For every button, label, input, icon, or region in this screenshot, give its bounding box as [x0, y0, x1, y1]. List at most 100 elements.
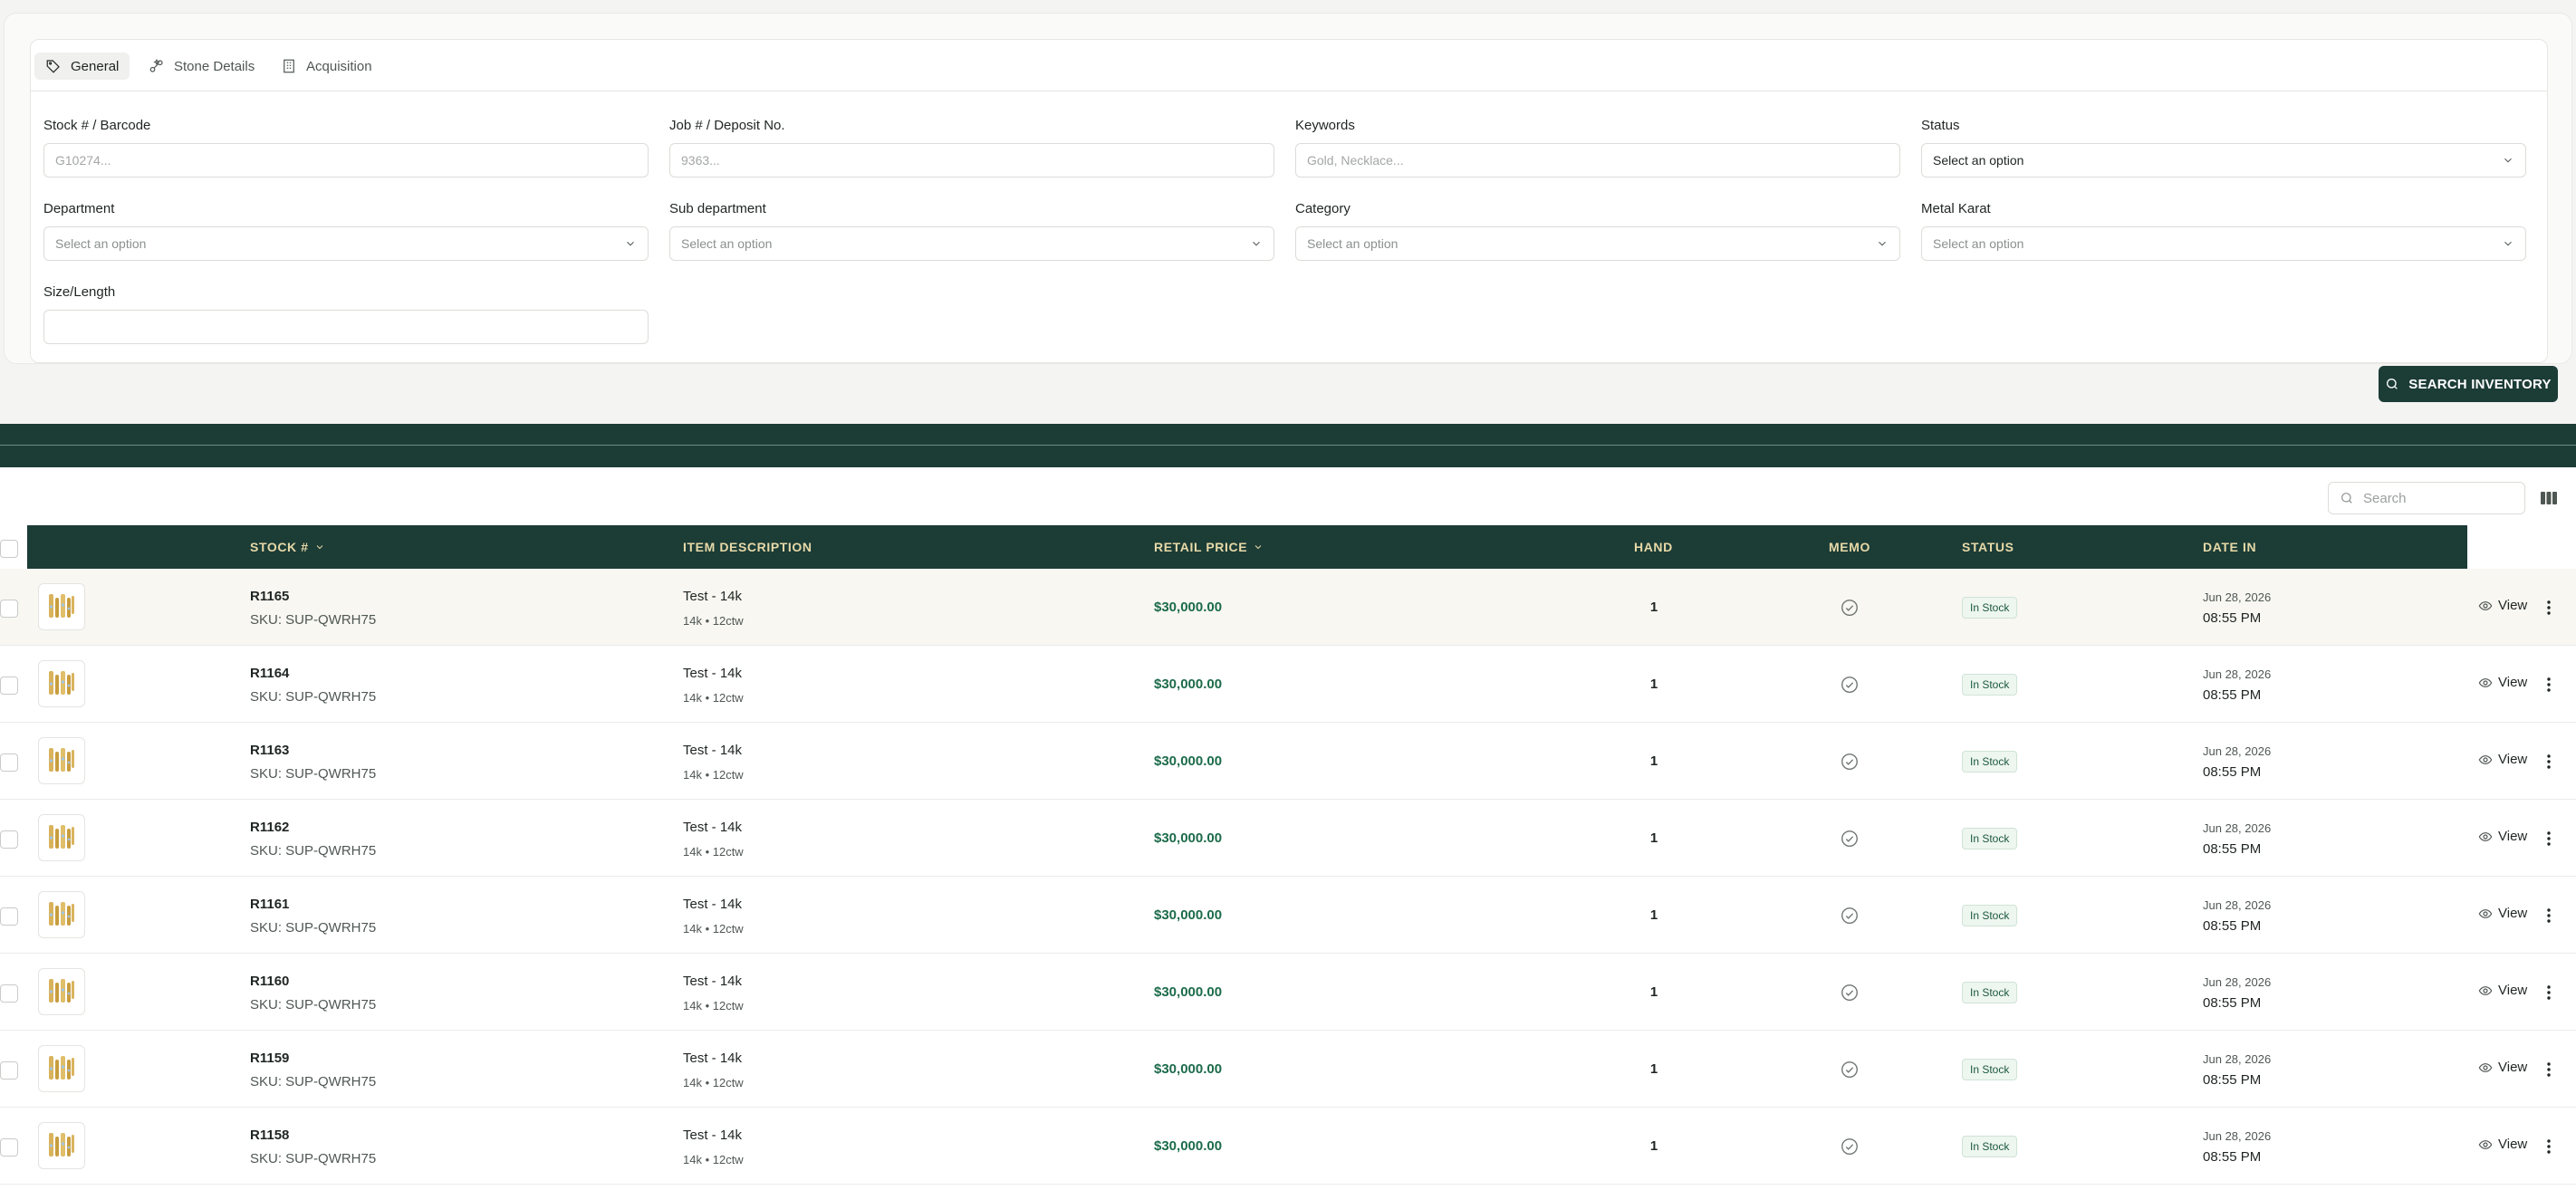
keywords-field[interactable]: [1295, 143, 1900, 178]
item-thumbnail[interactable]: [38, 1122, 85, 1169]
row-actions-button[interactable]: [2542, 907, 2556, 925]
more-vertical-icon: [2547, 600, 2551, 615]
row-stock-number[interactable]: R1158: [250, 1128, 289, 1143]
column-hand: HAND: [1634, 525, 1673, 569]
view-button[interactable]: View: [2478, 829, 2527, 844]
view-button-label: View: [2498, 1060, 2528, 1075]
row-actions-button[interactable]: [2542, 1137, 2556, 1156]
job-deposit-field[interactable]: [669, 143, 1274, 178]
row-memo: [1840, 675, 1860, 695]
row-stock-number[interactable]: R1165: [250, 589, 289, 604]
row-checkbox[interactable]: [0, 907, 18, 926]
view-button[interactable]: View: [2478, 906, 2527, 921]
row-stock-number[interactable]: R1164: [250, 666, 289, 681]
more-vertical-icon: [2547, 677, 2551, 692]
row-retail-price: $30,000.00: [1154, 830, 1223, 846]
table-row[interactable]: R1165 SKU: SUP-QWRH75 Test - 14k 14k • 1…: [0, 569, 2576, 646]
tab-general[interactable]: General: [34, 53, 130, 80]
column-stock[interactable]: STOCK #: [250, 525, 325, 569]
table-search-input[interactable]: [2363, 490, 2514, 506]
job-deposit-input[interactable]: [681, 144, 1263, 177]
column-memo: MEMO: [1829, 525, 1870, 569]
tab-stone-details[interactable]: Stone Details: [138, 53, 265, 80]
row-sub-description: 14k • 12ctw: [683, 691, 744, 705]
table-row[interactable]: R1159 SKU: SUP-QWRH75 Test - 14k 14k • 1…: [0, 1031, 2576, 1108]
row-stock-number[interactable]: R1161: [250, 897, 289, 912]
table-row[interactable]: R1161 SKU: SUP-QWRH75 Test - 14k 14k • 1…: [0, 877, 2576, 954]
row-checkbox[interactable]: [0, 1138, 18, 1156]
row-actions-button[interactable]: [2542, 1060, 2556, 1079]
table-row[interactable]: R1162 SKU: SUP-QWRH75 Test - 14k 14k • 1…: [0, 800, 2576, 877]
metal-karat-select[interactable]: Select an option: [1921, 226, 2526, 261]
department-select[interactable]: Select an option: [43, 226, 649, 261]
sub-department-select[interactable]: Select an option: [669, 226, 1274, 261]
table-row[interactable]: R1160 SKU: SUP-QWRH75 Test - 14k 14k • 1…: [0, 954, 2576, 1031]
item-thumbnail[interactable]: [38, 814, 85, 861]
row-actions-button[interactable]: [2542, 984, 2556, 1002]
row-checkbox[interactable]: [0, 753, 18, 772]
row-actions-button[interactable]: [2542, 676, 2556, 694]
size-length-field[interactable]: [43, 310, 649, 344]
jewelry-thumbnail-icon: [49, 748, 74, 772]
row-hand: 1: [1649, 600, 1658, 615]
chevron-down-icon: [1879, 241, 1886, 246]
row-description: Test - 14k: [683, 743, 743, 758]
table-row[interactable]: R1158 SKU: SUP-QWRH75 Test - 14k 14k • 1…: [0, 1108, 2576, 1185]
row-sku: SKU: SUP-QWRH75: [250, 997, 377, 1012]
view-button[interactable]: View: [2478, 1137, 2527, 1152]
table-search[interactable]: [2328, 482, 2525, 514]
tab-acquisition[interactable]: Acquisition: [270, 53, 383, 80]
row-checkbox[interactable]: [0, 830, 18, 849]
column-price[interactable]: RETAIL PRICE: [1154, 525, 1264, 569]
row-time: 08:55 PM: [2203, 1149, 2262, 1165]
chevron-down-icon: [2504, 158, 2512, 163]
view-button-label: View: [2498, 675, 2528, 690]
section-divider-band: [0, 424, 2576, 467]
item-thumbnail[interactable]: [38, 1045, 85, 1092]
eye-icon: [2478, 908, 2493, 918]
view-button[interactable]: View: [2478, 598, 2527, 613]
stock-barcode-field[interactable]: [43, 143, 649, 178]
row-checkbox[interactable]: [0, 1061, 18, 1080]
row-stock-number[interactable]: R1159: [250, 1051, 289, 1066]
item-thumbnail[interactable]: [38, 583, 85, 630]
row-actions-button[interactable]: [2542, 753, 2556, 771]
row-memo: [1840, 983, 1860, 1003]
check-circle-icon: [1841, 600, 1858, 616]
row-hand: 1: [1649, 753, 1658, 769]
search-inventory-button[interactable]: SEARCH INVENTORY: [2379, 366, 2558, 402]
column-hand-label: HAND: [1634, 540, 1673, 554]
row-stock-number[interactable]: R1162: [250, 820, 289, 835]
row-actions-button[interactable]: [2542, 830, 2556, 848]
category-select[interactable]: Select an option: [1295, 226, 1900, 261]
row-checkbox[interactable]: [0, 984, 18, 1003]
row-checkbox[interactable]: [0, 677, 18, 695]
table-row[interactable]: R1164 SKU: SUP-QWRH75 Test - 14k 14k • 1…: [0, 646, 2576, 723]
more-vertical-icon: [2547, 908, 2551, 923]
item-thumbnail[interactable]: [38, 891, 85, 938]
check-circle-icon: [1841, 1138, 1858, 1155]
item-thumbnail[interactable]: [38, 968, 85, 1015]
row-actions-button[interactable]: [2542, 599, 2556, 617]
row-stock-number[interactable]: R1160: [250, 974, 289, 989]
row-memo: [1840, 906, 1860, 926]
size-length-input[interactable]: [55, 311, 637, 343]
item-thumbnail[interactable]: [38, 737, 85, 784]
select-all-checkbox[interactable]: [0, 540, 18, 558]
chevron-down-icon: [2504, 241, 2512, 246]
view-button[interactable]: View: [2478, 675, 2527, 690]
table-row[interactable]: R1163 SKU: SUP-QWRH75 Test - 14k 14k • 1…: [0, 723, 2576, 800]
view-button[interactable]: View: [2478, 752, 2527, 767]
row-stock-number[interactable]: R1163: [250, 743, 289, 758]
item-thumbnail[interactable]: [38, 660, 85, 707]
row-checkbox[interactable]: [0, 600, 18, 618]
keywords-input[interactable]: [1307, 144, 1889, 177]
column-toggle-button[interactable]: [2540, 489, 2558, 507]
view-button[interactable]: View: [2478, 983, 2527, 998]
row-time: 08:55 PM: [2203, 918, 2262, 934]
column-stock-label: STOCK #: [250, 540, 309, 554]
status-select[interactable]: Select an option: [1921, 143, 2526, 178]
stock-barcode-input[interactable]: [55, 144, 637, 177]
view-button[interactable]: View: [2478, 1060, 2527, 1075]
jewelry-thumbnail-icon: [49, 594, 74, 618]
